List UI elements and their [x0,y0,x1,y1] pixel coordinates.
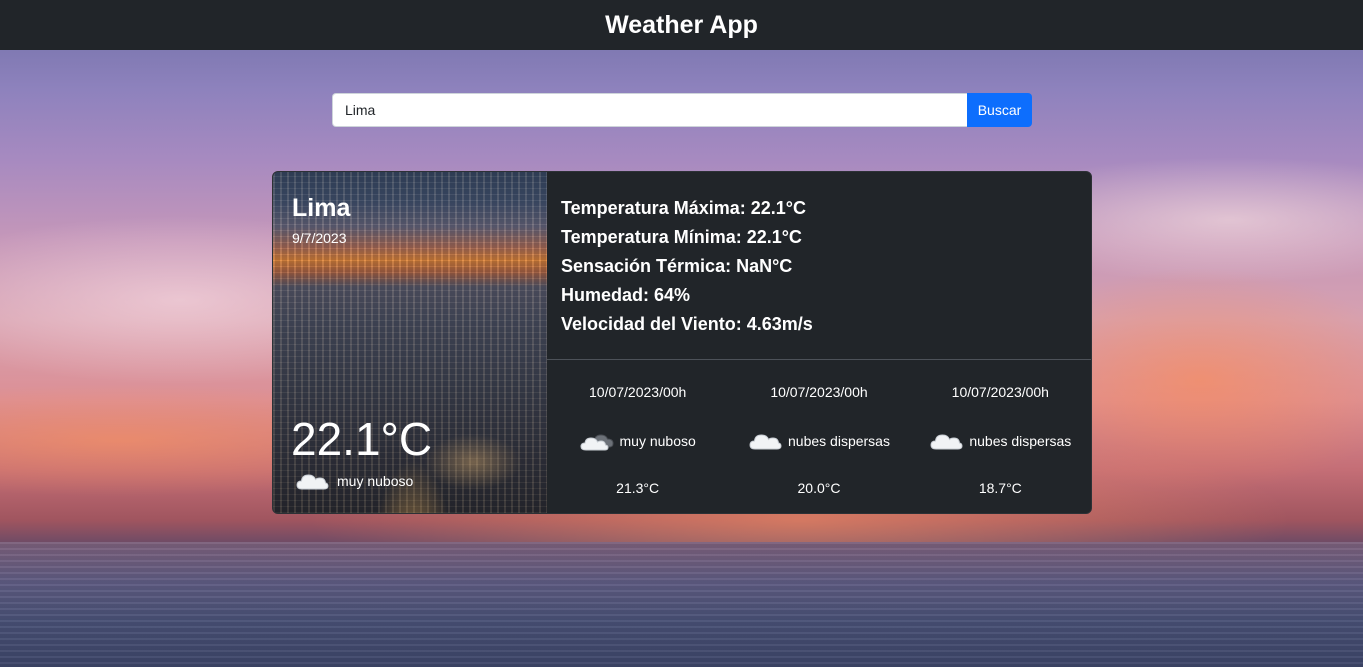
min-temperature: Temperatura Mínima: 22.1°C [561,227,802,247]
weather-card: Lima 9/7/2023 22.1°C muy nuboso Temperat… [272,171,1092,514]
search-button[interactable]: Buscar [967,93,1032,127]
wind-speed: Velocidad del Viento: 4.63m/s [561,314,813,334]
city-date: 9/7/2023 [292,230,347,246]
cloud-icon [930,434,963,450]
forecast-date: 10/07/2023/00h [770,384,868,400]
forecast-condition-label: nubes dispersas [788,433,890,449]
cloud-icon [296,474,329,490]
current-temperature: 22.1°C [291,413,433,465]
background-sea [0,542,1363,667]
humidity: Humedad: 64% [561,285,691,305]
forecast-condition-label: nubes dispersas [969,433,1072,449]
forecast-condition: nubes dispersas [728,430,909,452]
forecast-date: 10/07/2023/00h [951,384,1049,400]
cloud-icon [749,434,782,450]
city-name: Lima [292,194,351,222]
forecast-item: 10/07/2023/00h muy nuboso 21.3°C [547,360,728,513]
forecast-condition-label: muy nuboso [619,433,696,449]
search-input[interactable] [332,93,967,127]
forecast-condition: nubes dispersas [910,430,1091,452]
feels-like: Sensación Térmica: NaN°C [561,256,793,276]
search-bar: Buscar [332,93,1032,127]
dark-cloud-icon [580,434,614,451]
forecast-item: 10/07/2023/00h nubes dispersas 18.7°C [910,360,1091,513]
forecast-list: 10/07/2023/00h muy nuboso 21.3°C 10/07/2… [547,360,1091,513]
app-header: Weather App [0,0,1363,50]
forecast-temperature: 20.0°C [797,480,841,496]
forecast-condition: muy nuboso [547,430,728,452]
forecast-date: 10/07/2023/00h [589,384,687,400]
current-condition: muy nuboso [295,470,413,492]
weather-details: Temperatura Máxima: 22.1°C Temperatura M… [547,172,1091,360]
forecast-temperature: 21.3°C [616,480,660,496]
current-condition-label: muy nuboso [337,473,414,489]
forecast-temperature: 18.7°C [978,480,1022,496]
info-panel: Temperatura Máxima: 22.1°C Temperatura M… [547,172,1091,513]
max-temperature: Temperatura Máxima: 22.1°C [561,198,806,218]
forecast-item: 10/07/2023/00h nubes dispersas 20.0°C [728,360,909,513]
city-panel: Lima 9/7/2023 22.1°C muy nuboso [273,172,547,513]
app-title: Weather App [605,10,758,39]
